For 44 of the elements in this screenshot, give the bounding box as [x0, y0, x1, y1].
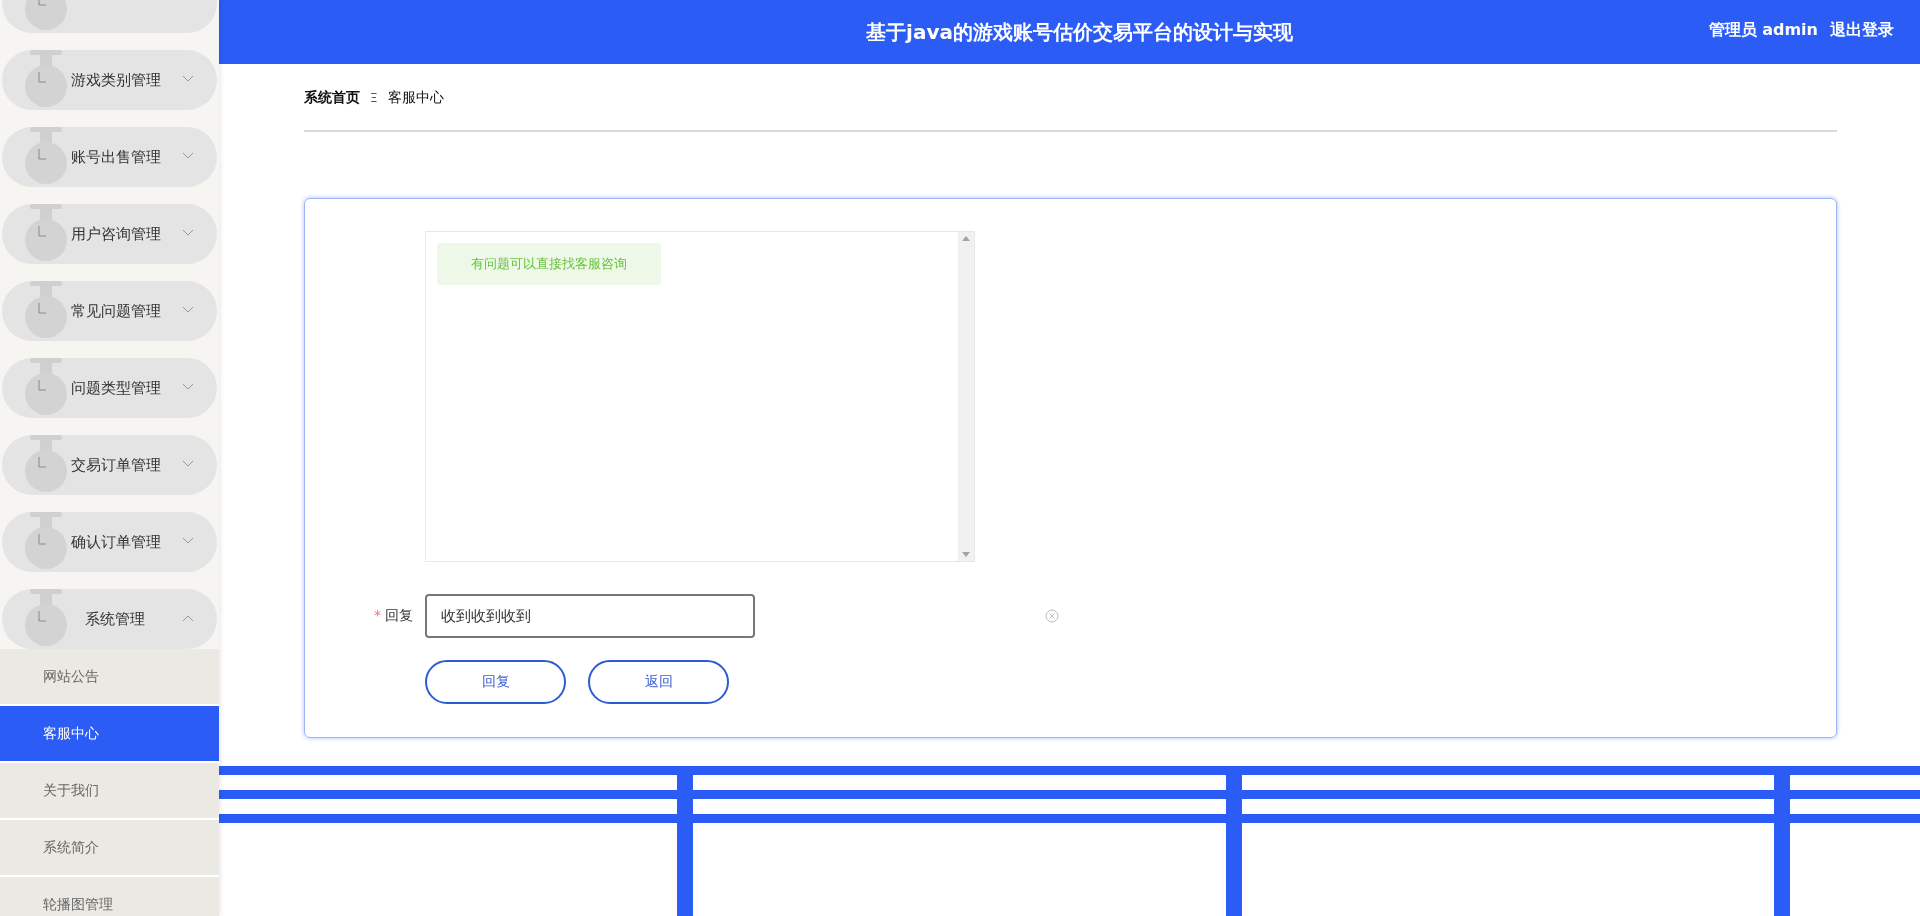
menu-item-icon: [24, 127, 68, 185]
menu-item[interactable]: 账号出售管理: [2, 127, 217, 187]
menu-item[interactable]: 问题类型管理: [2, 358, 217, 418]
page-title: 基于java的游戏账号估价交易平台的设计与实现: [866, 18, 1293, 46]
menu-item[interactable]: 常见问题管理: [2, 281, 217, 341]
chat-message: 有问题可以直接找客服咨询: [437, 243, 661, 285]
menu-item-icon: [24, 281, 68, 339]
chevron-down-icon: [182, 383, 194, 391]
scrollbar[interactable]: [958, 232, 974, 561]
logout-link[interactable]: 退出登录: [1830, 20, 1894, 41]
menu-item-icon: [24, 435, 68, 493]
menu-item-icon: [24, 204, 68, 262]
menu-item[interactable]: 用户咨询管理: [2, 204, 217, 264]
submenu-item[interactable]: 系统简介: [0, 820, 219, 877]
chevron-down-icon: [182, 306, 194, 314]
field-label: * 回复: [373, 607, 414, 625]
menu-item[interactable]: 系统管理: [2, 589, 217, 649]
menu-item-icon: [24, 50, 68, 108]
back-button[interactable]: 返回: [588, 660, 729, 704]
reply-input[interactable]: 收到收到收到: [425, 594, 755, 638]
chevron-up-icon: [182, 614, 194, 622]
chevron-down-icon: [182, 152, 194, 160]
menu-item-icon: [24, 512, 68, 570]
submenu-item[interactable]: 网站公告: [0, 649, 219, 706]
submenu-item[interactable]: 客服中心: [0, 706, 219, 763]
reply-button[interactable]: 回复: [425, 660, 566, 704]
scroll-down-icon[interactable]: [962, 552, 970, 557]
chevron-down-icon: [182, 229, 194, 237]
menu-item[interactable]: 交易订单管理: [2, 435, 217, 495]
menu-item-icon: [24, 358, 68, 416]
breadcrumb-item[interactable]: 系统首页: [304, 89, 360, 107]
user-label: 管理员 admin: [1708, 20, 1818, 41]
breadcrumb-item: 客服中心: [387, 89, 444, 107]
clear-icon[interactable]: [1045, 609, 1059, 623]
menu-item[interactable]: 确认订单管理: [2, 512, 217, 572]
submenu-item[interactable]: 关于我们: [0, 763, 219, 820]
menu-item[interactable]: 游戏类别管理: [2, 50, 217, 110]
scroll-up-icon[interactable]: [962, 236, 970, 241]
breadcrumb-separator: Ξ: [370, 91, 378, 105]
menu-item-icon: [24, 589, 68, 647]
chevron-down-icon: [182, 537, 194, 545]
chevron-down-icon: [182, 75, 194, 83]
chevron-down-icon: [182, 460, 194, 468]
submenu-item[interactable]: 轮播图管理: [0, 877, 219, 916]
